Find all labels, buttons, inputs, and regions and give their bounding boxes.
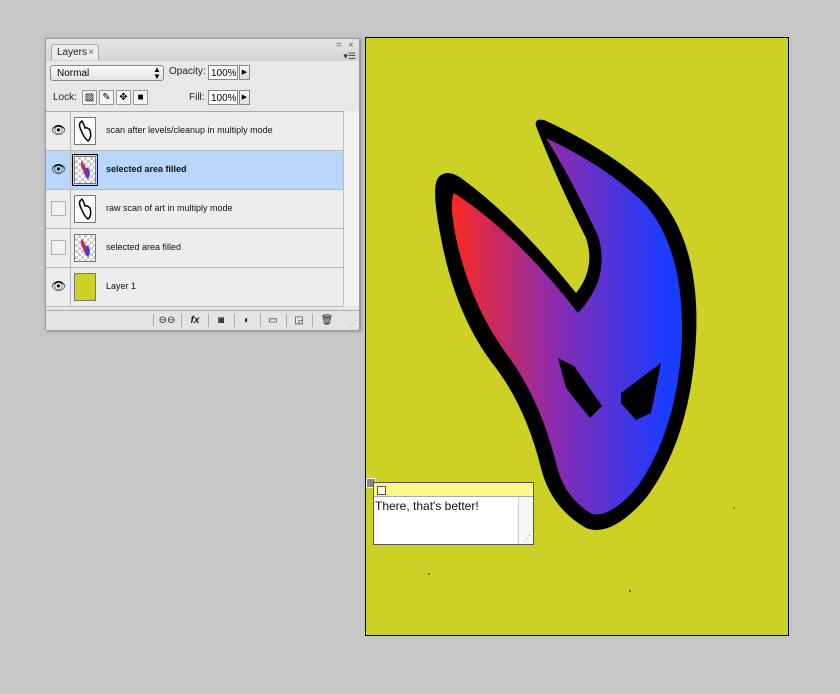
layer-thumbnail [74, 195, 96, 223]
layer-name: raw scan of art in multiply mode [106, 203, 233, 213]
trash-icon[interactable]: 🗑 [318, 314, 336, 327]
layer-thumbnail [72, 154, 98, 186]
resize-grip-icon[interactable]: ⋰ [349, 319, 357, 328]
tab-layers[interactable]: Layers × [51, 44, 99, 60]
layer-name: Layer 1 [106, 281, 137, 291]
panel-titlebar[interactable]: Layers × = × ▾☰ [46, 39, 359, 61]
layers-panel: Layers × = × ▾☰ Normal ▲ ▼ Opacity: 100% … [45, 38, 360, 330]
updown-arrows-icon: ▲ ▼ [153, 65, 161, 81]
fill-label: Fill: [189, 92, 205, 103]
tab-label: Layers [57, 47, 88, 58]
panel-menu-icon[interactable]: ▾☰ [343, 51, 356, 62]
layer-row[interactable]: 👁 Layer 1 [46, 268, 343, 307]
panel-bottom-toolbar: ⊖⊖ fx ◙ ◐ ▭ ◲ 🗑 ⋰ [46, 310, 359, 330]
visibility-eye-icon[interactable]: 👁 [51, 123, 66, 138]
layer-list: 👁 scan after levels/cleanup in multiply … [46, 111, 343, 307]
layer-thumbnail [74, 117, 96, 145]
note-header[interactable] [374, 483, 533, 497]
minimize-icon[interactable]: = [336, 40, 342, 51]
fill-input[interactable]: 100% [208, 90, 238, 105]
layer-row[interactable]: raw scan of art in multiply mode [46, 190, 343, 229]
note-close-box[interactable] [377, 486, 386, 495]
opacity-slider-button[interactable]: ▶ [239, 65, 250, 80]
note-text[interactable]: There, that's better! [375, 499, 479, 513]
folder-icon[interactable]: ▭ [264, 314, 282, 327]
new-layer-icon[interactable]: ◲ [290, 314, 308, 327]
fill-slider-button[interactable]: ▶ [239, 90, 250, 105]
lock-pixels-icon[interactable]: ✎ [99, 90, 114, 105]
tab-close-icon[interactable]: × [88, 45, 94, 61]
layer-name: selected area filled [106, 164, 187, 174]
lock-all-icon[interactable]: ■ [133, 90, 148, 105]
artwork [428, 119, 735, 592]
visibility-toggle-empty[interactable] [51, 240, 66, 255]
layer-name: scan after levels/cleanup in multiply mo… [106, 125, 273, 135]
layer-list-scrollbar[interactable] [343, 111, 359, 306]
document-canvas[interactable] [365, 37, 789, 636]
lock-label: Lock: [53, 92, 77, 103]
layer-thumbnail [74, 273, 96, 301]
layer-name: selected area filled [106, 242, 182, 252]
note-resize-grip-icon[interactable]: ⋰ [523, 534, 531, 543]
layer-thumbnail [74, 234, 96, 262]
annotation-note[interactable]: There, that's better! ⋰ [373, 482, 534, 545]
blend-mode-select[interactable]: Normal ▲ ▼ [50, 65, 164, 81]
layer-row[interactable]: selected area filled [46, 229, 343, 268]
visibility-eye-icon[interactable]: 👁 [51, 279, 66, 294]
close-icon[interactable]: × [348, 40, 354, 51]
layer-row[interactable]: 👁 selected area filled [46, 151, 343, 190]
blend-mode-value: Normal [57, 68, 90, 79]
link-icon[interactable]: ⊖⊖ [157, 314, 177, 327]
lock-transparency-icon[interactable]: ▨ [82, 90, 97, 105]
visibility-toggle-empty[interactable] [51, 201, 66, 216]
opacity-input[interactable]: 100% [208, 65, 238, 80]
mask-icon[interactable]: ◙ [212, 314, 230, 327]
opacity-label: Opacity: [169, 66, 206, 77]
visibility-eye-icon[interactable]: 👁 [51, 162, 66, 177]
adjustment-icon[interactable]: ◐ [238, 314, 256, 327]
lock-position-icon[interactable]: ✥ [116, 90, 131, 105]
layer-row[interactable]: 👁 scan after levels/cleanup in multiply … [46, 112, 343, 151]
fx-icon[interactable]: fx [185, 314, 205, 327]
